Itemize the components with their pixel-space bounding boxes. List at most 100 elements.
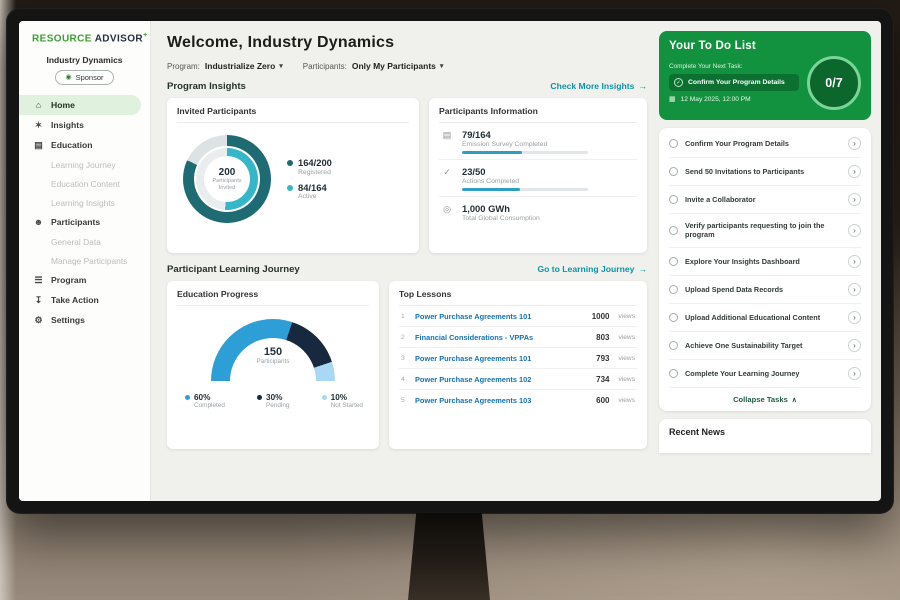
lesson-row: 3 Power Purchase Agreements 101 793 view… [399, 348, 637, 369]
invited-legend-dot-0 [287, 160, 293, 166]
section-program-insights: Program Insights [167, 81, 246, 92]
chevron-right-icon[interactable]: › [848, 224, 861, 237]
go-to-learning-journey-link[interactable]: Go to Learning Journey → [537, 264, 647, 274]
recent-news-card: Recent News [659, 419, 871, 453]
sidebar: RESOURCE ADVISOR+ Industry Dynamics ◉ Sp… [19, 21, 151, 501]
sidebar-item-participants[interactable]: ☻ Participants [19, 212, 150, 232]
collapse-tasks-link[interactable]: Collapse Tasks∧ [669, 388, 861, 411]
participants-filter-dropdown[interactable]: Only My Participants ▾ [352, 61, 444, 71]
task-radio[interactable] [669, 285, 678, 294]
nav-label: Take Action [51, 295, 99, 305]
lesson-link[interactable]: Power Purchase Agreements 102 [415, 375, 589, 384]
task-row[interactable]: Upload Additional Educational Content › [669, 304, 861, 332]
task-radio[interactable] [669, 341, 678, 350]
task-row[interactable]: Upload Spend Data Records › [669, 276, 861, 304]
gauge-legend-dot-0 [185, 395, 190, 400]
sidebar-item-general-data[interactable]: General Data [19, 232, 150, 251]
chevron-right-icon[interactable]: › [848, 137, 861, 150]
todo-next-task[interactable]: ✓ Confirm Your Program Details [669, 74, 799, 91]
sidebar-item-learning-insights[interactable]: Learning Insights [19, 193, 150, 212]
task-radio[interactable] [669, 226, 678, 235]
education-gauge-chart: 150 Participants [211, 319, 335, 382]
info-row: ◎ 1,000 GWh Total Global Consumption [439, 197, 637, 230]
desk-background: RESOURCE ADVISOR+ Industry Dynamics ◉ Sp… [0, 0, 900, 600]
nav-label: Learning Insights [51, 198, 115, 208]
program-filter-label: Program: [167, 62, 200, 71]
legend-item: 10% Not Started [322, 393, 363, 409]
participants-information-card: Participants Information ▤ 79/164 Emissi… [429, 98, 647, 253]
logo-plus: + [143, 32, 148, 39]
lesson-link[interactable]: Power Purchase Agreements 103 [415, 396, 589, 405]
collapse-icon: ∧ [792, 397, 797, 404]
task-row[interactable]: Send 50 Invitations to Participants › [669, 158, 861, 186]
calendar-icon: ▦ [669, 95, 676, 103]
program-filter-dropdown[interactable]: Industrialize Zero ▾ [205, 61, 283, 71]
take-action-icon: ↧ [33, 295, 44, 306]
sidebar-nav: ⌂ Home ✶ Insights ▤ Education Learning J… [19, 95, 150, 330]
todo-subtitle: Complete Your Next Task: [669, 63, 799, 70]
task-row[interactable]: Verify participants requesting to join t… [669, 214, 861, 248]
lesson-link[interactable]: Power Purchase Agreements 101 [415, 354, 589, 363]
task-radio[interactable] [669, 257, 678, 266]
sidebar-item-program[interactable]: ☰ Program [19, 270, 150, 290]
chevron-right-icon[interactable]: › [848, 367, 861, 380]
check-circle-icon: ✓ [674, 78, 683, 87]
task-row[interactable]: Complete Your Learning Journey › [669, 360, 861, 388]
chevron-right-icon[interactable]: › [848, 311, 861, 324]
sidebar-item-education[interactable]: ▤ Education [19, 135, 150, 155]
check-more-insights-link[interactable]: Check More Insights → [550, 81, 647, 91]
legend-item: 164/200 Registered [287, 158, 332, 176]
participants-icon: ☻ [33, 217, 44, 227]
todo-due-date: ▦ 12 May 2025, 12:00 PM [669, 95, 799, 103]
sidebar-item-insights[interactable]: ✶ Insights [19, 115, 150, 135]
chevron-right-icon[interactable]: › [848, 165, 861, 178]
task-radio[interactable] [669, 195, 678, 204]
right-column: Your To Do List Complete Your Next Task:… [659, 21, 881, 501]
participants-filter-label: Participants: [303, 62, 347, 71]
chevron-right-icon[interactable]: › [848, 255, 861, 268]
donut-center-value: 200 [219, 167, 236, 178]
task-radio[interactable] [669, 139, 678, 148]
filters-row: Program: Industrialize Zero ▾ Participan… [167, 61, 647, 71]
task-radio[interactable] [669, 167, 678, 176]
survey-icon: ▤ [441, 129, 453, 154]
chevron-down-icon: ▾ [440, 62, 444, 70]
nav-label: Insights [51, 120, 84, 130]
logo-advisor: ADVISOR [95, 33, 143, 44]
nav-label: Settings [51, 315, 85, 325]
logo-resource: RESOURCE [32, 33, 92, 44]
gauge-center-value: 150 [211, 346, 335, 358]
todo-title: Your To Do List [669, 40, 861, 52]
sponsor-icon: ◉ [65, 74, 71, 81]
task-radio[interactable] [669, 313, 678, 322]
sponsor-badge[interactable]: ◉ Sponsor [55, 70, 113, 85]
sidebar-item-manage-participants[interactable]: Manage Participants [19, 251, 150, 270]
sidebar-item-take-action[interactable]: ↧ Take Action [19, 290, 150, 310]
gauge-legend-dot-2 [322, 395, 327, 400]
monitor-stand [408, 513, 490, 600]
sidebar-item-learning-journey[interactable]: Learning Journey [19, 155, 150, 174]
lesson-link[interactable]: Financial Considerations - VPPAs [415, 333, 589, 342]
nav-label: General Data [51, 237, 101, 247]
chevron-right-icon[interactable]: › [848, 283, 861, 296]
sidebar-item-home[interactable]: ⌂ Home [19, 95, 141, 115]
invited-participants-card: Invited Participants 200 Participants In… [167, 98, 419, 253]
task-row[interactable]: Achieve One Sustainability Target › [669, 332, 861, 360]
invited-legend-dot-1 [287, 185, 293, 191]
gauge-legend-dot-1 [257, 395, 262, 400]
chevron-right-icon[interactable]: › [848, 193, 861, 206]
sidebar-item-education-content[interactable]: Education Content [19, 174, 150, 193]
invited-donut-chart: 200 Participants Invited [183, 135, 271, 223]
sidebar-item-settings[interactable]: ⚙ Settings [19, 310, 150, 330]
main-content: Welcome, Industry Dynamics Program: Indu… [151, 21, 659, 501]
invited-legend: 164/200 Registered 84/164 Active [287, 151, 332, 208]
task-radio[interactable] [669, 369, 678, 378]
chevron-right-icon[interactable]: › [848, 339, 861, 352]
lesson-link[interactable]: Power Purchase Agreements 101 [415, 312, 585, 321]
legend-item: 84/164 Active [287, 183, 332, 201]
legend-item: 60% Completed [185, 393, 225, 409]
program-icon: ☰ [33, 275, 44, 286]
task-row[interactable]: Explore Your Insights Dashboard › [669, 248, 861, 276]
task-row[interactable]: Confirm Your Program Details › [669, 130, 861, 158]
task-row[interactable]: Invite a Collaborator › [669, 186, 861, 214]
